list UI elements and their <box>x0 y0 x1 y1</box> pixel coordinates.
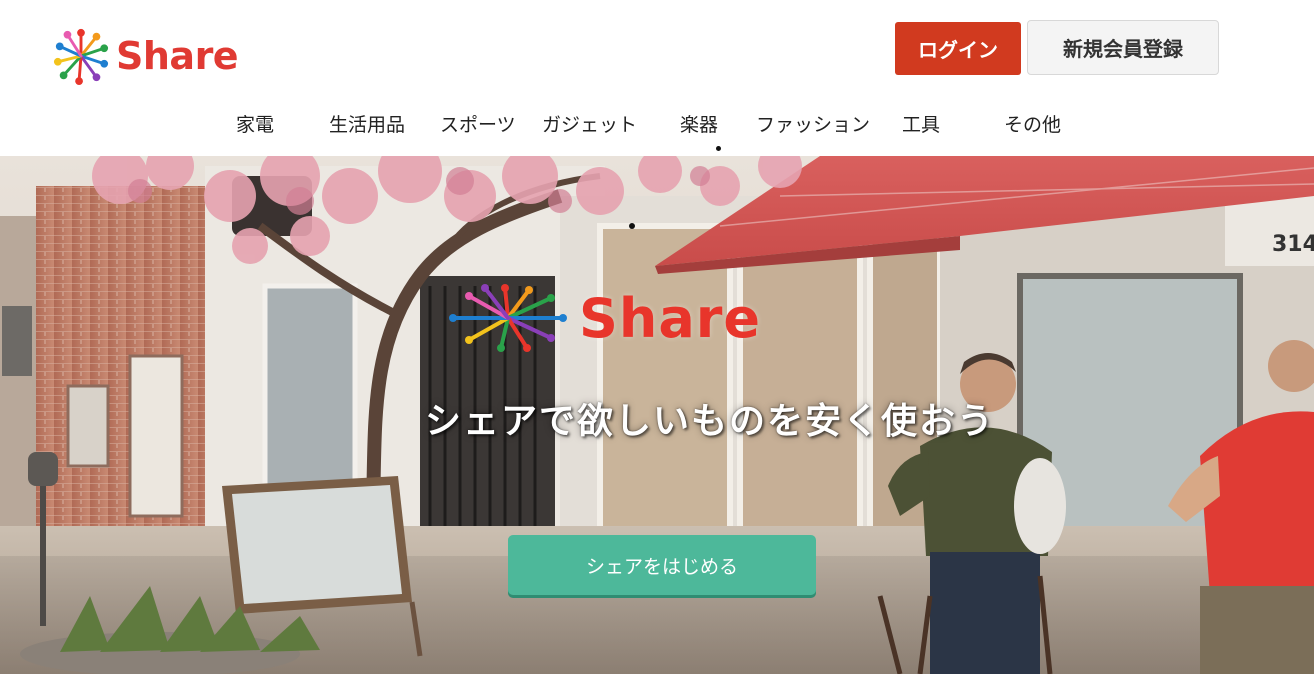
nav-item-sports[interactable]: スポーツ <box>440 110 516 137</box>
page: Share ログイン 新規会員登録 家電 生活用品 スポーツ ガジェット 楽器 … <box>0 0 1314 696</box>
share-logo-icon <box>449 284 567 352</box>
nav-item-daily-goods[interactable]: 生活用品 <box>329 110 405 137</box>
nav-item-tools[interactable]: 工具 <box>902 110 940 137</box>
nav-item-instruments[interactable]: 楽器 <box>680 110 718 137</box>
nav-active-indicator <box>716 146 721 151</box>
share-logo-icon <box>53 28 109 85</box>
hero-tagline: シェアで欲しいものを安く使おう <box>424 401 995 442</box>
hero-section: 314 Share シェアで欲しいものを安く使おう シェアをはじめる <box>0 156 1314 674</box>
site-header: Share ログイン 新規会員登録 家電 生活用品 スポーツ ガジェット 楽器 … <box>0 0 1314 156</box>
logo-text: Share <box>116 34 239 78</box>
start-sharing-button[interactable]: シェアをはじめる <box>508 535 816 595</box>
hero-logo-text: Share <box>579 286 762 350</box>
login-button[interactable]: ログイン <box>895 22 1021 75</box>
hero-logo: Share <box>447 284 761 352</box>
site-logo[interactable]: Share <box>52 24 239 88</box>
nav-item-other[interactable]: その他 <box>1004 110 1061 137</box>
bottom-strip <box>0 674 1314 696</box>
nav-item-gadgets[interactable]: ガジェット <box>542 110 637 137</box>
nav-item-appliances[interactable]: 家電 <box>236 110 274 137</box>
nav-item-fashion[interactable]: ファッション <box>756 110 870 137</box>
blender-item <box>1014 458 1066 554</box>
category-nav: 家電 生活用品 スポーツ ガジェット 楽器 ファッション 工具 その他 <box>0 110 1314 151</box>
register-button[interactable]: 新規会員登録 <box>1027 20 1219 75</box>
storefront-number: 314 <box>1272 232 1314 257</box>
